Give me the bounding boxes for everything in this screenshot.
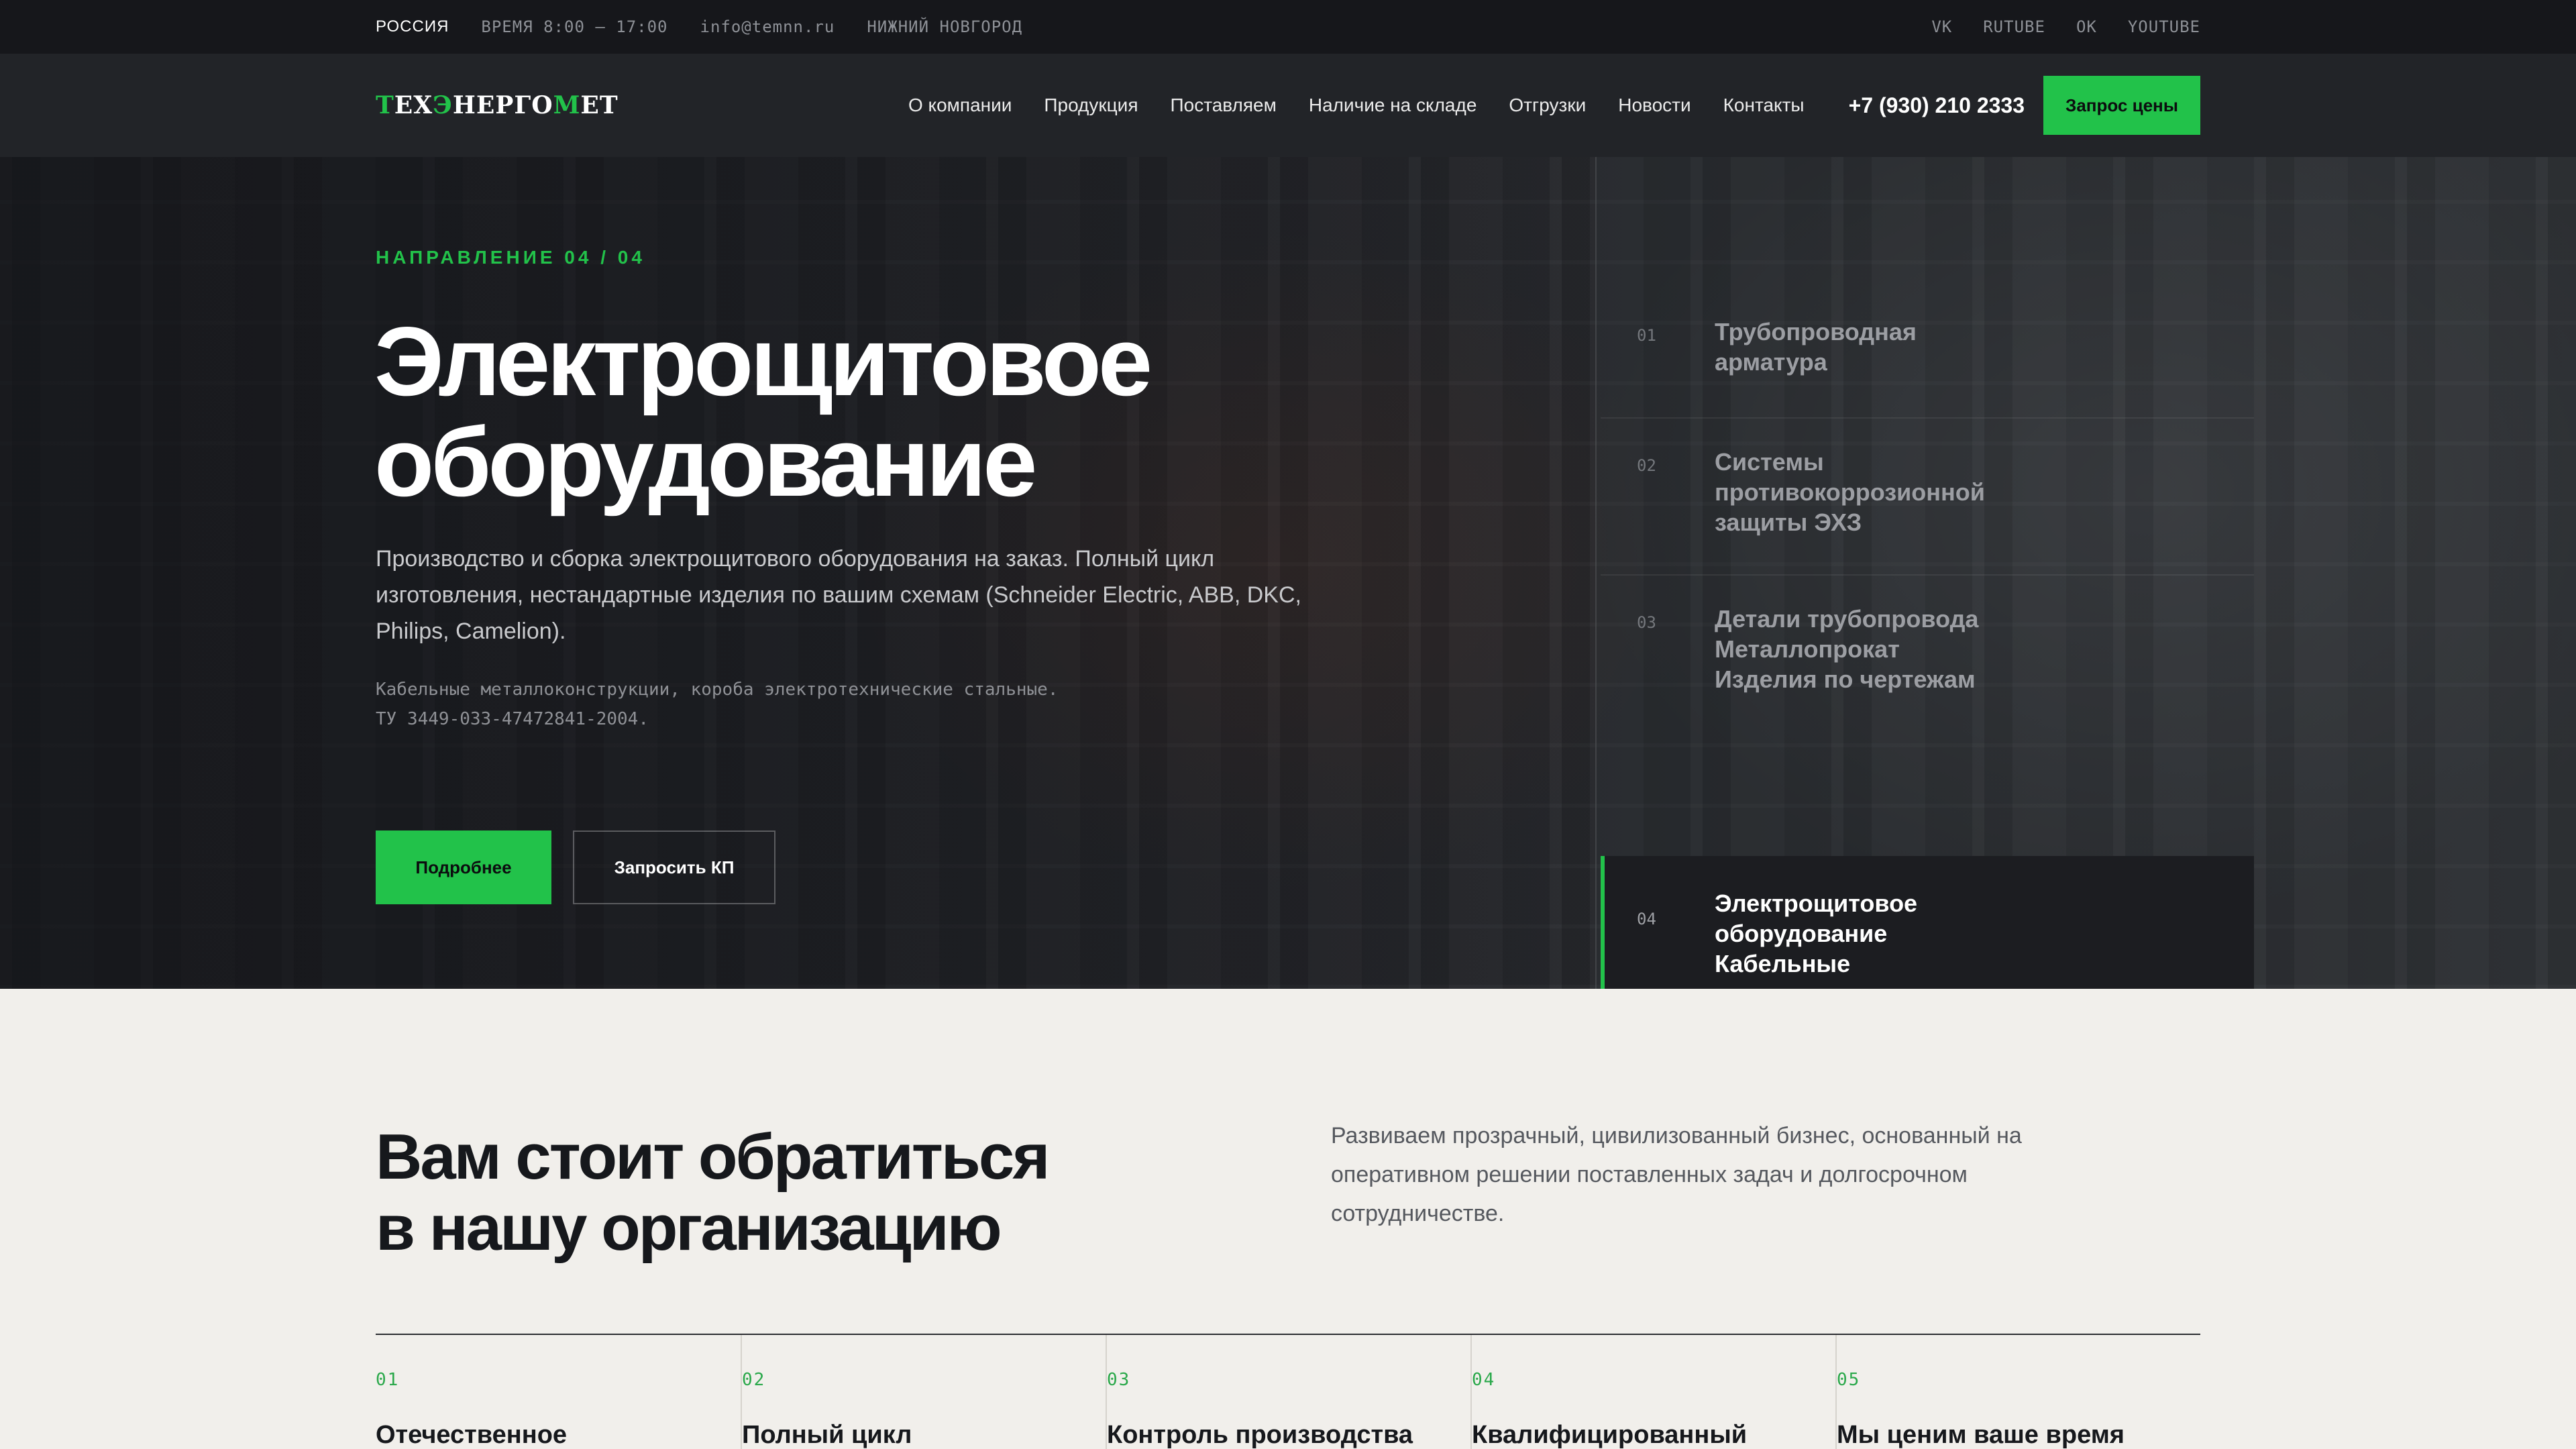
feature-number: 03	[1107, 1370, 1131, 1390]
social-link-vk[interactable]: VK	[1931, 17, 1952, 36]
social-link-rutube[interactable]: RUTUBE	[1983, 17, 2045, 36]
nav-item-news[interactable]: Новости	[1618, 95, 1690, 116]
section-title-line: в нашу организацию	[376, 1192, 1002, 1264]
hero-note: Кабельные металлоконструкции, короба эле…	[376, 675, 1315, 734]
feature-item: 05 Мы ценим ваше время	[1835, 1335, 2200, 1449]
hero-section: НАПРАВЛЕНИЕ 04 / 04 Электрощитовое обору…	[0, 157, 2576, 989]
direction-title-line: Системы	[1715, 448, 1824, 476]
section-title-line: Вам стоит обратиться	[376, 1121, 1050, 1193]
hero-lead: Производство и сборка электрощитового об…	[376, 546, 1301, 644]
feature-number: 05	[1837, 1370, 1861, 1390]
logo-part: ЕХ	[394, 91, 433, 119]
feature-title: Контроль производства	[1107, 1421, 1413, 1449]
direction-number: 01	[1637, 326, 1656, 345]
nav-item-shipments[interactable]: Отгрузки	[1509, 95, 1586, 116]
direction-number: 02	[1637, 456, 1656, 475]
direction-title-line: Трубопроводная	[1715, 318, 1917, 345]
direction-number: 04	[1637, 910, 1656, 928]
feature-title: Квалифицированный	[1472, 1421, 1748, 1449]
feature-item: 02 Полный цикл	[741, 1335, 1106, 1449]
working-hours: ВРЕМЯ 8:00 — 17:00	[481, 17, 668, 36]
city-label: НИЖНИЙ НОВГОРОД	[867, 17, 1023, 36]
feature-item: 04 Квалифицированный	[1470, 1335, 1835, 1449]
hero-note-line: ТУ 3449-033-47472841-2004.	[376, 709, 649, 729]
nav-item-contacts[interactable]: Контакты	[1723, 95, 1805, 116]
direction-title: Электрощитовое оборудование Кабельные ме…	[1715, 888, 2224, 989]
feature-item: 01 Отечественное	[376, 1335, 741, 1449]
direction-title-line: металлоконструкции	[1715, 979, 2224, 989]
hero-note-line: Кабельные металлоконструкции, короба эле…	[376, 680, 1059, 700]
feature-item: 03 Контроль производства	[1106, 1335, 1470, 1449]
direction-item-03[interactable]: 03 Детали трубопровода Металлопрокат Изд…	[1601, 576, 2254, 733]
direction-number: 03	[1637, 613, 1656, 632]
feature-number: 01	[376, 1370, 400, 1390]
direction-title-line: Электрощитовое	[1715, 890, 1918, 917]
direction-title-line: арматура	[1715, 348, 1827, 376]
nav-item-products[interactable]: Продукция	[1044, 95, 1138, 116]
hero-title-line: Электрощитовое	[374, 307, 1152, 416]
direction-title-line: противокоррозионной	[1715, 478, 1985, 506]
request-price-button[interactable]: Запрос цены	[2043, 76, 2200, 135]
direction-item-02[interactable]: 02 Системы противокоррозионной защиты ЭХ…	[1601, 419, 2254, 576]
nav-item-about[interactable]: О компании	[908, 95, 1012, 116]
direction-title-line: Металлопрокат	[1715, 635, 1900, 663]
email-link[interactable]: info@temnn.ru	[700, 17, 835, 36]
top-bar: РОССИЯ ВРЕМЯ 8:00 — 17:00 info@temnn.ru …	[0, 0, 2576, 54]
logo-part: Т	[376, 91, 394, 119]
direction-title: Трубопроводная арматура	[1715, 317, 2224, 377]
features-list: 01 Отечественное 02 Полный цикл 03 Контр…	[376, 1335, 2200, 1449]
main-header: Т ЕХ Э НЕРГО М ЕТ О компании Продукция Постав…	[0, 54, 2576, 157]
logo-part: ЕТ	[580, 91, 619, 119]
logo-part: М	[553, 91, 581, 119]
hero-eyebrow: НАПРАВЛЕНИЕ 04 / 04	[376, 247, 645, 268]
direction-title-line: оборудование	[1715, 920, 1888, 947]
feature-number: 02	[742, 1370, 766, 1390]
logo-part: Э	[433, 91, 453, 119]
hero-title-line: оборудование	[374, 407, 1037, 517]
main-nav: О компании Продукция Поставляем Наличие …	[876, 76, 2200, 135]
direction-title-line: Изделия по чертежам	[1715, 665, 1976, 693]
section-description: Развиваем прозрачный, цивилизованный биз…	[1331, 1123, 2022, 1226]
feature-title: Отечественное	[376, 1421, 568, 1449]
why-us-section: Вам стоит обратиться в нашу организацию …	[0, 989, 2576, 1449]
nav-item-stock[interactable]: Наличие на складе	[1309, 95, 1477, 116]
direction-title-line: Детали трубопровода	[1715, 605, 1979, 633]
feature-number: 04	[1472, 1370, 1496, 1390]
direction-title: Системы противокоррозионной защиты ЭХЗ	[1715, 447, 2224, 537]
hero-title: Электрощитовое оборудование	[374, 311, 1515, 513]
nav-item-supply[interactable]: Поставляем	[1171, 95, 1277, 116]
more-button[interactable]: Подробнее	[376, 830, 551, 904]
direction-title: Детали трубопровода Металлопрокат Издели…	[1715, 604, 2224, 694]
section-title: Вам стоит обратиться в нашу организацию	[376, 1122, 1248, 1264]
direction-item-04-active[interactable]: 04 Электрощитовое оборудование Кабельные…	[1601, 856, 2254, 989]
request-offer-button[interactable]: Запросить КП	[573, 830, 775, 904]
direction-item-01[interactable]: 01 Трубопроводная арматура	[1601, 284, 2254, 419]
country-label: РОССИЯ	[376, 17, 449, 36]
logo-part: НЕРГО	[452, 91, 553, 119]
feature-title: Полный цикл	[742, 1421, 912, 1449]
social-link-youtube[interactable]: YOUTUBE	[2128, 17, 2200, 36]
social-link-ok[interactable]: OK	[2076, 17, 2097, 36]
logo[interactable]: Т ЕХ Э НЕРГО М ЕТ	[376, 91, 619, 119]
direction-title-line: Кабельные	[1715, 950, 1851, 977]
feature-title: Мы ценим ваше время	[1837, 1421, 2125, 1449]
direction-title-line: защиты ЭХЗ	[1715, 508, 1862, 536]
phone-link[interactable]: +7 (930) 210 2333	[1849, 93, 2025, 118]
